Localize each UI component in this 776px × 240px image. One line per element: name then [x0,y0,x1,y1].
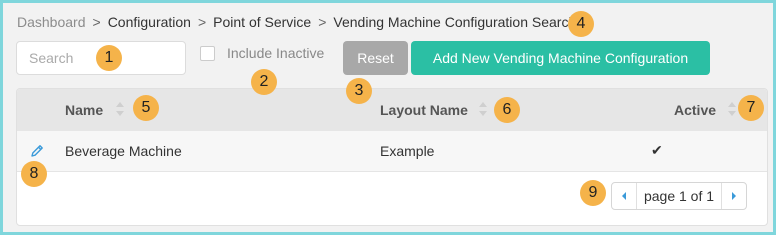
breadcrumb-point-of-service[interactable]: Point of Service [213,14,311,30]
callout-badge: 3 [346,78,372,104]
breadcrumb-separator: > [197,14,207,30]
callout-badge: 4 [568,11,594,37]
active-check-icon: ✔ [651,142,663,158]
table-row: Beverage Machine Example ✔ [17,131,767,172]
cell-name: Beverage Machine [65,143,182,159]
reset-button[interactable]: Reset [343,41,408,75]
column-header-active[interactable]: Active [674,102,716,118]
include-inactive-label[interactable]: Include Inactive [227,45,324,61]
screenshot-frame: Dashboard > Configuration > Point of Service… [0,0,776,235]
table-header: Name Layout Name Active [17,89,767,131]
breadcrumb-separator: > [318,14,327,30]
callout-badge: 7 [738,95,764,121]
include-inactive-checkbox[interactable] [200,46,215,61]
breadcrumb: Dashboard > Configuration > Point of Service… [17,14,576,30]
callout-badge: 2 [251,69,277,95]
breadcrumb-configuration[interactable]: Configuration [108,14,191,30]
pagination: page 1 of 1 [611,182,747,210]
column-header-layout-name[interactable]: Layout Name [380,102,468,118]
add-vending-machine-configuration-button[interactable]: Add New Vending Machine Configuration [411,41,710,75]
callout-badge: 1 [96,45,122,71]
sort-icon[interactable] [727,100,737,118]
caret-left-icon[interactable] [612,183,637,209]
pencil-icon[interactable] [29,143,45,159]
breadcrumb-current-page: Vending Machine Configuration Search [333,14,577,30]
callout-badge: 8 [21,161,47,187]
sort-icon[interactable] [115,100,125,118]
callout-badge: 5 [133,95,159,121]
page-indicator: page 1 of 1 [643,188,715,204]
caret-right-icon[interactable] [721,183,746,209]
sort-icon[interactable] [478,100,488,118]
breadcrumb-separator: > [92,14,101,30]
column-header-name[interactable]: Name [65,102,103,118]
breadcrumb-dashboard[interactable]: Dashboard [17,14,86,30]
results-table: Name Layout Name Active Beverage Machine… [16,88,768,226]
callout-badge: 9 [580,180,606,206]
callout-badge: 6 [494,97,520,123]
cell-layout-name: Example [380,143,435,159]
